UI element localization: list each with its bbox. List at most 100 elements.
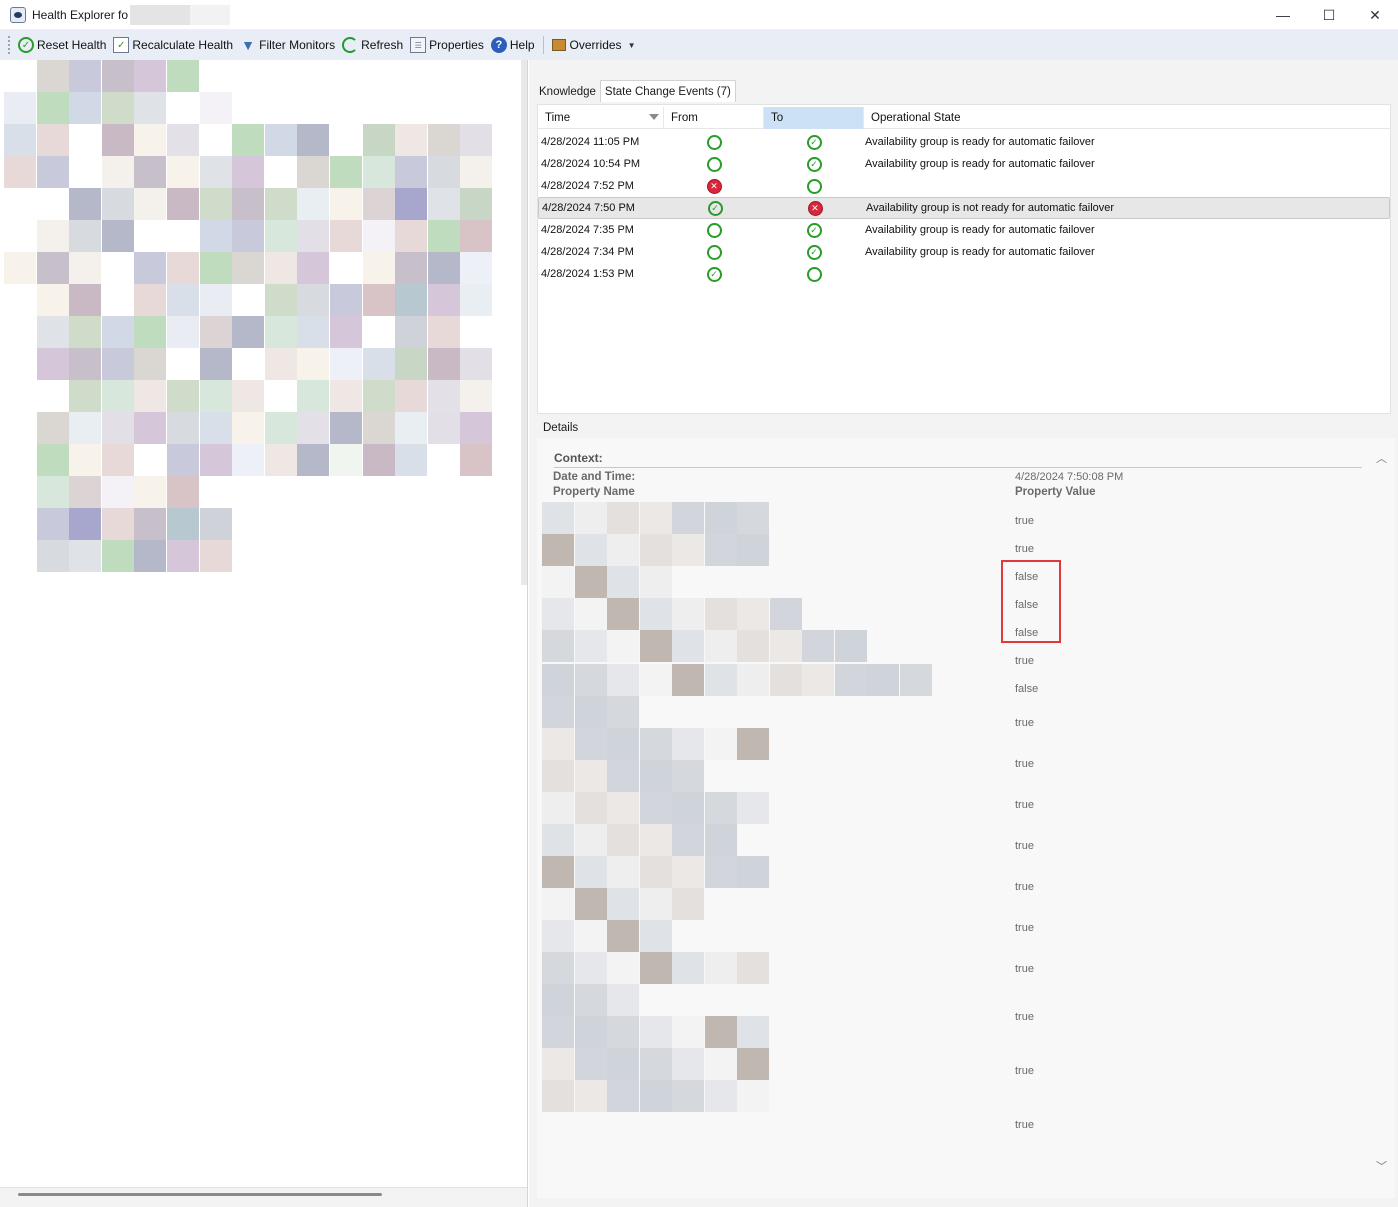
cell-from xyxy=(660,156,768,172)
tab-strip: Knowledge State Change Events (7) xyxy=(535,80,736,102)
scroll-down-arrow-icon[interactable]: ﹀ xyxy=(1376,1158,1387,1174)
toolbar-grip[interactable] xyxy=(8,36,11,54)
tree-vertical-scrollbar[interactable] xyxy=(521,60,527,585)
redacted-property-cell xyxy=(542,1048,574,1080)
redacted-tree-cell xyxy=(101,156,134,188)
redacted-monitor-tree xyxy=(4,60,527,572)
tree-horizontal-scroll-thumb[interactable] xyxy=(18,1193,382,1196)
column-header-operational-state[interactable]: Operational State xyxy=(864,107,1390,129)
redacted-property-cell xyxy=(672,728,704,760)
reset-health-button[interactable]: ✓ Reset Health xyxy=(15,34,110,56)
cell-to xyxy=(768,266,860,282)
redacted-tree-cell xyxy=(167,156,199,188)
property-value-header: Property Value xyxy=(1015,486,1096,498)
redacted-tree-cell xyxy=(232,156,265,188)
redacted-tree-cell xyxy=(36,476,69,508)
redacted-property-cell xyxy=(737,856,769,888)
redacted-tree-cell xyxy=(36,444,69,476)
redacted-tree-cell xyxy=(69,220,102,252)
close-button[interactable]: ✕ xyxy=(1352,0,1398,30)
grid-row[interactable]: 4/28/2024 7:34 PM ✓ Availability group is … xyxy=(538,241,1390,263)
grid-row[interactable]: 4/28/2024 1:53 PM ✓ xyxy=(538,263,1390,285)
refresh-button[interactable]: Refresh xyxy=(339,34,407,56)
redacted-property-cell xyxy=(574,630,607,662)
context-heading: Context: xyxy=(554,451,603,465)
properties-button[interactable]: ☰ Properties xyxy=(407,34,488,56)
redacted-tree-cell xyxy=(427,188,460,220)
grid-row[interactable]: 4/28/2024 7:50 PM ✓ ✕ Availability group is… xyxy=(538,197,1390,219)
redacted-tree-cell xyxy=(134,316,167,348)
monitor-tree-pane[interactable] xyxy=(0,60,528,1207)
from-empty-circle-icon xyxy=(706,156,722,172)
grid-row[interactable]: 4/28/2024 11:05 PM ✓ Availability group is… xyxy=(538,131,1390,153)
tab-knowledge[interactable]: Knowledge xyxy=(535,82,600,102)
redacted-property-cell xyxy=(574,856,607,888)
redacted-tree-cell xyxy=(460,444,493,476)
redacted-property-cell xyxy=(607,664,639,696)
redacted-tree-cell xyxy=(297,316,330,348)
redacted-property-cell xyxy=(542,792,574,824)
details-panel[interactable]: Context: Date and Time: 4/28/2024 7:50:0… xyxy=(537,438,1395,1198)
properties-label: Properties xyxy=(429,38,484,52)
redacted-property-cell xyxy=(574,824,607,856)
redacted-tree-cell xyxy=(264,252,297,284)
redacted-property-cell xyxy=(639,1080,672,1112)
redacted-tree-cell xyxy=(36,60,69,92)
overrides-dropdown[interactable]: Overrides ▼ xyxy=(548,34,640,56)
property-value: true xyxy=(1015,717,1034,729)
column-header-to[interactable]: To xyxy=(764,107,864,129)
redacted-tree-cell xyxy=(167,540,199,572)
grid-row[interactable]: 4/28/2024 10:54 PM ✓ Availability group is… xyxy=(538,153,1390,175)
redacted-tree-cell xyxy=(199,412,232,444)
toolbar: ✓ Reset Health ✓ Recalculate Health ▼ Fi… xyxy=(0,30,1398,60)
from-empty-circle-icon xyxy=(706,222,722,238)
grid-row[interactable]: 4/28/2024 7:35 PM ✓ Availability group is … xyxy=(538,219,1390,241)
help-button[interactable]: ? Help xyxy=(488,34,539,56)
redacted-tree-cell xyxy=(101,476,134,508)
redacted-property-cell xyxy=(704,1016,737,1048)
column-header-time[interactable]: Time xyxy=(538,107,664,129)
redacted-property-cell xyxy=(607,792,639,824)
redacted-property-cell xyxy=(639,888,672,920)
recalculate-health-button[interactable]: ✓ Recalculate Health xyxy=(110,34,237,56)
redacted-tree-cell xyxy=(362,380,395,412)
column-header-from[interactable]: From xyxy=(664,107,764,129)
redacted-tree-cell xyxy=(36,156,69,188)
redacted-property-cell xyxy=(574,920,607,952)
redacted-property-cell xyxy=(704,728,737,760)
chevron-down-icon: ▼ xyxy=(627,40,636,50)
redacted-tree-cell xyxy=(36,252,69,284)
minimize-button[interactable]: — xyxy=(1260,0,1306,30)
cell-to: ✕ xyxy=(769,200,861,216)
maximize-button[interactable]: ☐ xyxy=(1306,0,1352,30)
redacted-tree-cell xyxy=(4,156,36,188)
redacted-property-cell xyxy=(639,728,672,760)
redacted-property-cell xyxy=(574,1048,607,1080)
cell-to: ✓ xyxy=(768,222,860,238)
redacted-property-cell xyxy=(704,1080,737,1112)
redacted-property-cell xyxy=(639,630,672,662)
filter-monitors-button[interactable]: ▼ Filter Monitors xyxy=(237,34,339,56)
redacted-property-cell xyxy=(704,630,737,662)
redacted-property-cell xyxy=(802,630,834,662)
redacted-property-cell xyxy=(802,664,834,696)
grid-row[interactable]: 4/28/2024 7:52 PM ✕ xyxy=(538,175,1390,197)
redacted-tree-cell xyxy=(134,252,167,284)
property-value: true xyxy=(1015,758,1034,770)
scroll-up-arrow-icon[interactable]: ︿ xyxy=(1376,450,1387,466)
redacted-tree-cell xyxy=(395,412,428,444)
redacted-property-cell xyxy=(542,824,574,856)
redacted-tree-cell xyxy=(330,188,362,220)
redacted-property-cell xyxy=(704,502,737,534)
redacted-tree-cell xyxy=(101,380,134,412)
redacted-property-cell xyxy=(607,952,639,984)
redacted-tree-cell xyxy=(362,156,395,188)
redacted-tree-cell xyxy=(134,380,167,412)
redacted-property-cell xyxy=(737,1016,769,1048)
details-section-label: Details xyxy=(543,422,579,434)
tree-horizontal-scrollbar[interactable] xyxy=(0,1187,527,1207)
redacted-tree-cell xyxy=(36,220,69,252)
tab-state-change-events[interactable]: State Change Events (7) xyxy=(599,80,736,102)
cell-from: ✓ xyxy=(661,200,769,216)
sort-arrow-icon xyxy=(649,114,659,120)
